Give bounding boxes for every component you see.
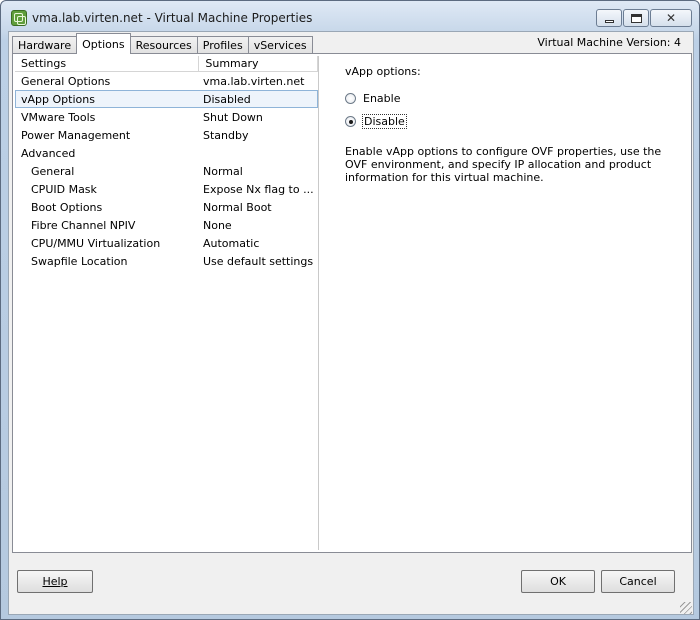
vapp-options-panel: vApp options: Enable Disable Enable vApp… [337,54,687,544]
tab-resources[interactable]: Resources [129,36,198,54]
close-icon: ✕ [665,11,677,25]
setting-name: General [31,164,75,178]
setting-name: VMware Tools [21,110,96,124]
column-header-summary[interactable]: Summary [199,56,318,72]
vapp-options-heading: vApp options: [345,65,421,78]
setting-summary: Standby [203,128,249,142]
enable-option[interactable]: Enable [345,92,400,105]
dialog-body: Hardware Options Resources Profiles vSer… [8,31,694,615]
table-row[interactable]: General Options vma.lab.virten.net [15,72,318,90]
table-row[interactable]: CPUID Mask Expose Nx flag to ... [15,180,318,198]
table-row[interactable]: Fibre Channel NPIV None [15,216,318,234]
disable-label[interactable]: Disable [362,114,407,129]
table-row[interactable]: CPU/MMU Virtualization Automatic [15,234,318,252]
setting-name: Swapfile Location [31,254,128,268]
window-title: vma.lab.virten.net - Virtual Machine Pro… [32,11,313,25]
disable-option[interactable]: Disable [345,114,407,129]
vapp-description: Enable vApp options to configure OVF pro… [345,145,662,184]
vm-icon [11,10,27,26]
setting-summary: vma.lab.virten.net [203,74,305,88]
setting-summary: Normal Boot [203,200,272,214]
ok-button[interactable]: OK [521,570,595,593]
tab-hardware[interactable]: Hardware [12,36,78,54]
setting-summary: Use default settings [203,254,314,268]
setting-name: CPU/MMU Virtualization [31,236,161,250]
minimize-icon [604,19,614,23]
table-row[interactable]: Advanced [15,144,318,162]
title-bar[interactable]: vma.lab.virten.net - Virtual Machine Pro… [1,1,699,31]
options-pane: Settings Summary General Options vma.lab.… [12,53,692,553]
table-row[interactable]: Power Management Standby [15,126,318,144]
dialog-footer: Help OK Cancel [9,553,693,615]
tab-strip: Hardware Options Resources Profiles vSer… [12,33,313,54]
close-button[interactable]: ✕ [650,9,692,27]
help-button[interactable]: Help [17,570,93,593]
setting-name: Advanced [21,146,76,160]
vm-version-label: Virtual Machine Version: 4 [537,36,681,49]
settings-list: Settings Summary General Options vma.lab.… [15,56,319,550]
list-header: Settings Summary [15,56,318,72]
enable-label[interactable]: Enable [363,92,400,105]
table-row[interactable]: vApp Options Disabled [15,90,318,108]
setting-summary: None [203,218,232,232]
setting-summary: Shut Down [203,110,263,124]
tab-vservices[interactable]: vServices [247,36,313,54]
minimize-button[interactable] [596,9,622,27]
setting-name: CPUID Mask [31,182,97,196]
setting-name: Boot Options [31,200,103,214]
help-label: Help [42,575,68,588]
setting-summary: Expose Nx flag to ... [203,182,314,196]
enable-radio[interactable] [345,93,356,104]
setting-name: Fibre Channel NPIV [31,218,136,232]
setting-name: Power Management [21,128,131,142]
table-row[interactable]: General Normal [15,162,318,180]
settings-rows: General Options vma.lab.virten.net vApp Op… [15,72,318,270]
tab-options[interactable]: Options [76,33,131,54]
maximize-icon [630,13,642,23]
table-row[interactable]: Swapfile Location Use default settings [15,252,318,270]
resize-grip[interactable] [680,602,692,614]
table-row[interactable]: Boot Options Normal Boot [15,198,318,216]
setting-name: vApp Options [21,92,95,106]
properties-window: vma.lab.virten.net - Virtual Machine Pro… [0,0,700,620]
tab-profiles[interactable]: Profiles [196,36,249,54]
disable-radio[interactable] [345,116,356,127]
cancel-button[interactable]: Cancel [601,570,675,593]
setting-summary: Disabled [203,92,251,106]
maximize-button[interactable] [623,9,649,27]
setting-summary: Normal [203,164,243,178]
window-controls: ✕ [595,9,692,27]
setting-name: General Options [21,74,111,88]
setting-summary: Automatic [203,236,260,250]
table-row[interactable]: VMware Tools Shut Down [15,108,318,126]
column-header-settings[interactable]: Settings [15,56,200,72]
